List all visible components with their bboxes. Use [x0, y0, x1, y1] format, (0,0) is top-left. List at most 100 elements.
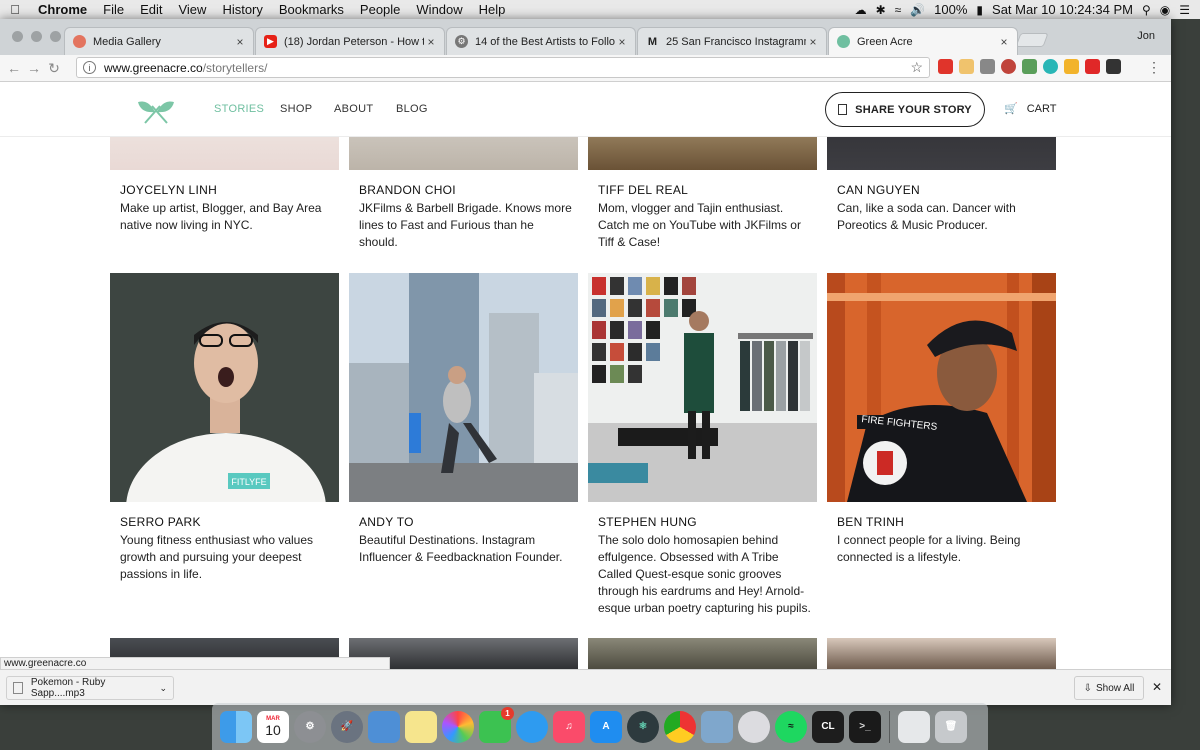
profile-name[interactable]: Jon — [1137, 30, 1155, 42]
menu-bookmarks[interactable]: Bookmarks — [271, 2, 352, 17]
bookmark-star-icon[interactable]: ☆ — [910, 59, 923, 76]
calendar-icon[interactable]: MAR 10 — [257, 710, 289, 743]
forward-arrow-icon[interactable]: → — [24, 60, 44, 76]
screen-sharing-icon[interactable] — [738, 710, 770, 743]
menu-window[interactable]: Window — [408, 2, 470, 17]
story-name[interactable]: ANDY TO — [349, 515, 578, 529]
volume-icon[interactable]: 🔊 — [910, 3, 925, 17]
creative-cloud-icon[interactable]: ☁ — [855, 3, 867, 17]
menu-people[interactable]: People — [352, 2, 408, 17]
terminal-icon[interactable]: >_ — [849, 710, 881, 743]
menu-view[interactable]: View — [170, 2, 214, 17]
nav-about[interactable]: ABOUT — [334, 103, 373, 115]
site-info-icon[interactable]: i — [83, 61, 96, 74]
nav-stories[interactable]: STORIES — [214, 103, 264, 115]
photos-icon[interactable] — [442, 710, 474, 743]
extension-red-icon[interactable] — [938, 59, 953, 74]
messages-icon[interactable] — [516, 710, 548, 743]
close-shelf-icon[interactable]: ✕ — [1152, 680, 1162, 694]
story-photo[interactable] — [588, 638, 817, 669]
story-card[interactable]: STEPHEN HUNG The solo dolo homosapien be… — [588, 273, 817, 617]
menu-app-name[interactable]: Chrome — [30, 2, 95, 17]
extension-bolt-icon[interactable] — [1064, 59, 1079, 74]
spotify-icon[interactable]: ≈ — [775, 710, 807, 743]
nav-shop[interactable]: SHOP — [280, 103, 312, 115]
tab-media-gallery[interactable]: Media Gallery × — [64, 27, 254, 55]
launchpad-icon[interactable]: 🚀 — [331, 710, 363, 743]
extension-dark-icon[interactable] — [1106, 59, 1121, 74]
cart-link[interactable]: 🛒 CART — [1004, 102, 1056, 116]
chevron-down-icon[interactable]: ⌄ — [159, 683, 173, 694]
tab-close-icon[interactable]: × — [615, 35, 629, 49]
story-card[interactable]: FIRE FIGHTERS BEN TRINH I connect people… — [827, 273, 1056, 566]
reload-icon[interactable]: ↻ — [44, 60, 64, 77]
nav-blog[interactable]: BLOG — [396, 103, 428, 115]
menu-file[interactable]: File — [95, 2, 132, 17]
story-name[interactable]: BRANDON CHOI — [349, 183, 578, 197]
downloads-stack-icon[interactable] — [898, 710, 930, 743]
story-photo[interactable]: FITLYFE — [110, 273, 339, 502]
clock[interactable]: Sat Mar 10 10:24:34 PM — [992, 2, 1133, 17]
extension-apple-icon[interactable] — [1001, 59, 1016, 74]
story-card[interactable] — [827, 638, 1056, 669]
siri-icon[interactable]: ◉ — [1160, 3, 1170, 17]
tab-jordan-peterson[interactable]: ▶ (18) Jordan Peterson - How to × — [255, 27, 445, 55]
story-photo[interactable] — [588, 273, 817, 502]
menu-help[interactable]: Help — [471, 2, 514, 17]
itunes-icon[interactable]: ♫ — [553, 710, 585, 743]
chrome-menu-icon[interactable]: ⋮ — [1147, 59, 1161, 76]
extension-teal-icon[interactable] — [1043, 59, 1058, 74]
tab-close-icon[interactable]: × — [997, 35, 1011, 49]
minimize-window-button[interactable] — [31, 31, 42, 42]
story-name[interactable]: STEPHEN HUNG — [588, 515, 817, 529]
story-name[interactable]: JOYCELYN LINH — [110, 183, 339, 197]
share-your-story-button[interactable]: SHARE YOUR STORY — [825, 92, 985, 127]
extension-leaf-icon[interactable] — [1022, 59, 1037, 74]
back-arrow-icon[interactable]: ← — [4, 60, 24, 76]
bluetooth-icon[interactable]: ✱ — [876, 3, 886, 17]
story-name[interactable]: BEN TRINH — [827, 515, 1056, 529]
story-card[interactable]: FITLYFE SERRO PARK Young fitness enthusi… — [110, 273, 339, 583]
image-capture-icon[interactable] — [701, 710, 733, 743]
story-photo[interactable] — [349, 273, 578, 502]
tab-green-acre[interactable]: Green Acre × — [828, 27, 1018, 55]
spotlight-search-icon[interactable]: ⚲ — [1142, 3, 1151, 17]
wifi-icon[interactable]: ≈ — [895, 3, 902, 17]
clion-icon[interactable]: CL — [812, 710, 844, 743]
finder-icon[interactable] — [220, 710, 252, 743]
close-window-button[interactable] — [12, 31, 23, 42]
story-name[interactable]: TIFF DEL REAL — [588, 183, 817, 197]
download-item[interactable]: Pokemon - Ruby Sapp....mp3 ⌄ — [6, 676, 174, 700]
battery-icon[interactable]: ▮ — [976, 3, 983, 17]
new-tab-button[interactable] — [1015, 33, 1049, 47]
address-bar[interactable]: i www.greenacre.co/storytellers/ ☆ — [76, 57, 930, 78]
atom-icon[interactable]: ⚛ — [627, 710, 659, 743]
story-name[interactable]: SERRO PARK — [110, 515, 339, 529]
app-store-icon[interactable]: A — [590, 710, 622, 743]
show-all-downloads-button[interactable]: ⇩ Show All — [1074, 676, 1144, 700]
story-photo[interactable] — [827, 638, 1056, 669]
preview-icon[interactable] — [368, 710, 400, 743]
trash-icon[interactable]: 🗑 — [935, 710, 967, 743]
story-card[interactable] — [588, 638, 817, 669]
menu-history[interactable]: History — [214, 2, 270, 17]
green-acre-logo-icon[interactable] — [136, 96, 176, 124]
tab-close-icon[interactable]: × — [233, 35, 247, 49]
facetime-icon[interactable]: 1 — [479, 706, 514, 743]
extension-eyedropper-icon[interactable] — [980, 59, 995, 74]
apple-icon[interactable]:  — [0, 2, 30, 17]
story-card[interactable]: ANDY TO Beautiful Destinations. Instagra… — [349, 273, 578, 566]
tab-close-icon[interactable]: × — [424, 35, 438, 49]
story-photo[interactable]: FIRE FIGHTERS — [827, 273, 1056, 502]
story-name[interactable]: CAN NGUYEN — [827, 183, 1056, 197]
extension-sa-icon[interactable] — [1085, 59, 1100, 74]
system-preferences-icon[interactable]: ⚙ — [294, 710, 326, 743]
menu-edit[interactable]: Edit — [132, 2, 170, 17]
notes-icon[interactable] — [405, 710, 437, 743]
tab-close-icon[interactable]: × — [806, 35, 820, 49]
chrome-icon[interactable] — [664, 710, 696, 743]
notification-center-icon[interactable]: ☰ — [1179, 3, 1190, 17]
tab-best-artists[interactable]: ⚙ 14 of the Best Artists to Follow × — [446, 27, 636, 55]
zoom-window-button[interactable] — [50, 31, 61, 42]
tab-sf-instagrammers[interactable]: M 25 San Francisco Instagramme × — [637, 27, 827, 55]
